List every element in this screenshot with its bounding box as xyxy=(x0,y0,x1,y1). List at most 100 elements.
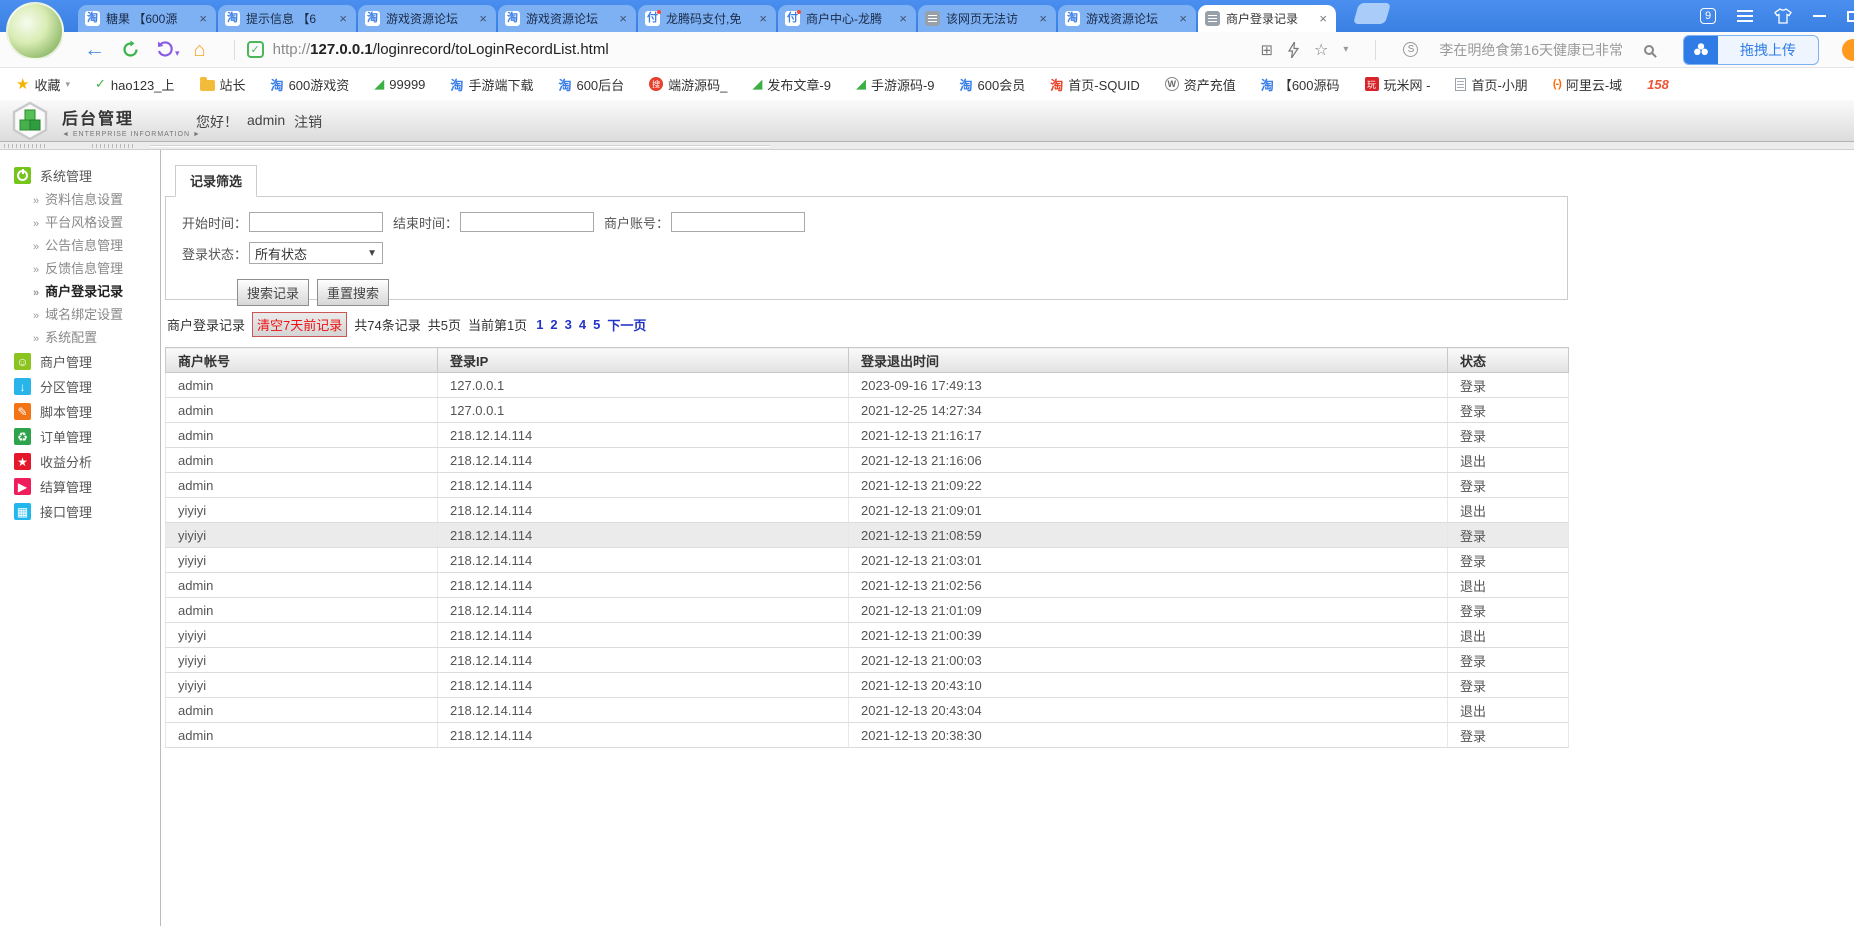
next-page-link[interactable]: 下一页 xyxy=(607,315,646,334)
bookmark-item[interactable]: W资产充值 xyxy=(1165,75,1236,94)
reset-search-button[interactable]: 重置搜索 xyxy=(317,279,389,306)
end-time-input[interactable] xyxy=(460,212,594,232)
browser-tab[interactable]: 淘提示信息 【6× xyxy=(218,5,356,32)
table-row[interactable]: admin218.12.14.1142021-12-13 21:01:09登录 xyxy=(166,598,1569,623)
bookmark-item[interactable]: 首页-小朋 xyxy=(1455,75,1527,94)
skin-icon[interactable] xyxy=(1774,8,1792,24)
start-time-input[interactable] xyxy=(249,212,383,232)
minimize-icon[interactable] xyxy=(1813,15,1826,17)
qr-code-icon[interactable]: ⊞ xyxy=(1260,41,1273,59)
sidebar-item-merchant[interactable]: ☺商户管理 xyxy=(0,349,160,374)
home-icon[interactable]: ⌂ xyxy=(194,40,206,60)
table-row[interactable]: yiyiyi218.12.14.1142021-12-13 21:08:59登录 xyxy=(166,523,1569,548)
tab-count-badge[interactable]: 9 xyxy=(1700,8,1716,24)
page-link[interactable]: 2 xyxy=(550,317,557,332)
menu-icon[interactable] xyxy=(1737,10,1753,22)
page-link[interactable]: 5 xyxy=(593,317,600,332)
bookmark-item[interactable]: 玩玩米网 - xyxy=(1365,75,1431,94)
sidebar-item-revenue[interactable]: ★收益分析 xyxy=(0,449,160,474)
browser-tab[interactable]: 付商户中心-龙腾× xyxy=(778,5,916,32)
page-link[interactable]: 1 xyxy=(536,317,543,332)
table-row[interactable]: admin218.12.14.1142021-12-13 21:02:56退出 xyxy=(166,573,1569,598)
table-row[interactable]: admin127.0.0.12021-12-25 14:27:34登录 xyxy=(166,398,1569,423)
browser-tab[interactable]: 淘糖果 【600源× xyxy=(78,5,216,32)
tab-close-icon[interactable]: × xyxy=(757,11,769,26)
refresh-icon[interactable] xyxy=(121,40,140,59)
sidebar-subitem[interactable]: »平台风格设置 xyxy=(0,211,160,234)
table-row[interactable]: admin218.12.14.1142021-12-13 21:16:17登录 xyxy=(166,423,1569,448)
new-tab-button[interactable] xyxy=(1348,3,1388,29)
bookmark-item[interactable]: 淘600游戏资 xyxy=(271,75,350,94)
login-status-select[interactable]: 所有状态 ▼ xyxy=(249,242,383,264)
sidebar-item-order[interactable]: ♻订单管理 xyxy=(0,424,160,449)
page-link[interactable]: 3 xyxy=(565,317,572,332)
sidebar-subitem[interactable]: »商户登录记录 xyxy=(0,280,160,303)
address-bar[interactable]: ✓ http://127.0.0.1/loginrecord/toLoginRe… xyxy=(247,41,1261,58)
merchant-account-input[interactable] xyxy=(671,212,805,232)
browser-tab[interactable]: 该网页无法访× xyxy=(918,5,1056,32)
tab-close-icon[interactable]: × xyxy=(897,11,909,26)
table-row[interactable]: admin218.12.14.1142021-12-13 21:09:22登录 xyxy=(166,473,1569,498)
table-row[interactable]: admin127.0.0.12023-09-16 17:49:13登录 xyxy=(166,373,1569,398)
toolbar-extension-icon[interactable] xyxy=(1842,39,1854,61)
sidebar-subitem[interactable]: »系统配置 xyxy=(0,326,160,349)
bookmark-item[interactable]: 站长 xyxy=(200,75,246,94)
sidebar-subitem[interactable]: »公告信息管理 xyxy=(0,234,160,257)
search-suggestion-text[interactable]: 李在明绝食第16天健康已非常 xyxy=(1439,40,1623,60)
bookmark-item[interactable]: 淘600后台 xyxy=(558,75,624,94)
tab-record-filter[interactable]: 记录筛选 xyxy=(175,165,257,197)
maximize-icon[interactable] xyxy=(1847,11,1854,22)
browser-tab[interactable]: 付龙腾码支付,免× xyxy=(638,5,776,32)
sidebar-item-system[interactable]: 系统管理 xyxy=(0,163,160,188)
bookmark-item[interactable]: ◢发布文章-9 xyxy=(752,75,831,94)
page-link[interactable]: 4 xyxy=(579,317,586,332)
table-row[interactable]: admin218.12.14.1142021-12-13 21:16:06退出 xyxy=(166,448,1569,473)
tab-close-icon[interactable]: × xyxy=(337,11,349,26)
tab-close-icon[interactable]: × xyxy=(197,11,209,26)
bookmark-item[interactable]: ◢手游源码-9 xyxy=(856,75,935,94)
sidebar-subitem[interactable]: »域名绑定设置 xyxy=(0,303,160,326)
sidebar-item-settlement[interactable]: ▶结算管理 xyxy=(0,474,160,499)
drag-upload-button[interactable]: 拖拽上传 xyxy=(1683,35,1819,65)
bookmark-item[interactable]: 搜端游源码_ xyxy=(649,75,727,94)
browser-tab[interactable]: 淘游戏资源论坛× xyxy=(498,5,636,32)
sidebar-item-script[interactable]: ✎脚本管理 xyxy=(0,399,160,424)
bookmark-item[interactable]: 158 xyxy=(1647,77,1669,92)
bookmark-item[interactable]: 淘【600源码 xyxy=(1261,75,1340,94)
browser-avatar[interactable] xyxy=(6,2,64,60)
browser-tab[interactable]: 淘游戏资源论坛× xyxy=(358,5,496,32)
sidebar-subitem[interactable]: »反馈信息管理 xyxy=(0,257,160,280)
table-row[interactable]: yiyiyi218.12.14.1142021-12-13 21:00:03登录 xyxy=(166,648,1569,673)
search-icon[interactable] xyxy=(1644,45,1654,55)
lightning-icon[interactable] xyxy=(1288,42,1299,58)
table-row[interactable]: yiyiyi218.12.14.1142021-12-13 21:03:01登录 xyxy=(166,548,1569,573)
tab-close-icon[interactable]: × xyxy=(617,11,629,26)
tab-close-icon[interactable]: × xyxy=(477,11,489,26)
undo-button[interactable]: ▾ xyxy=(156,41,180,59)
bookmark-item[interactable]: 淘首页-SQUID xyxy=(1050,75,1140,94)
bookmark-item[interactable]: 淘手游端下载 xyxy=(450,75,533,94)
table-row[interactable]: admin218.12.14.1142021-12-13 20:38:30登录 xyxy=(166,723,1569,748)
logout-link[interactable]: 注销 xyxy=(294,112,322,132)
chevron-down-icon[interactable]: ▾ xyxy=(1343,44,1348,55)
bookmark-item[interactable]: ◢99999 xyxy=(374,76,425,92)
sidebar-item-api[interactable]: ▦接口管理 xyxy=(0,499,160,524)
table-row[interactable]: admin218.12.14.1142021-12-13 20:43:04退出 xyxy=(166,698,1569,723)
tab-close-icon[interactable]: × xyxy=(1317,11,1329,26)
sidebar-subitem[interactable]: »资料信息设置 xyxy=(0,188,160,211)
favorite-star-icon[interactable]: ☆ xyxy=(1314,40,1328,60)
tab-close-icon[interactable]: × xyxy=(1177,11,1189,26)
bookmark-item[interactable]: (-)阿里云-域 xyxy=(1553,75,1622,94)
table-row[interactable]: yiyiyi218.12.14.1142021-12-13 21:09:01退出 xyxy=(166,498,1569,523)
search-records-button[interactable]: 搜索记录 xyxy=(237,279,309,306)
browser-tab[interactable]: 商户登录记录× xyxy=(1198,5,1336,32)
sidebar-item-partition[interactable]: ↓分区管理 xyxy=(0,374,160,399)
table-row[interactable]: yiyiyi218.12.14.1142021-12-13 20:43:10登录 xyxy=(166,673,1569,698)
bookmark-item[interactable]: ★收藏▾ xyxy=(16,75,70,94)
tab-close-icon[interactable]: × xyxy=(1037,11,1049,26)
splitter-strip[interactable] xyxy=(0,142,1854,150)
browser-tab[interactable]: 淘游戏资源论坛× xyxy=(1058,5,1196,32)
bookmark-item[interactable]: 淘600会员 xyxy=(960,75,1026,94)
back-icon[interactable]: ← xyxy=(84,39,105,60)
clear-old-records-button[interactable]: 清空7天前记录 xyxy=(252,312,347,337)
